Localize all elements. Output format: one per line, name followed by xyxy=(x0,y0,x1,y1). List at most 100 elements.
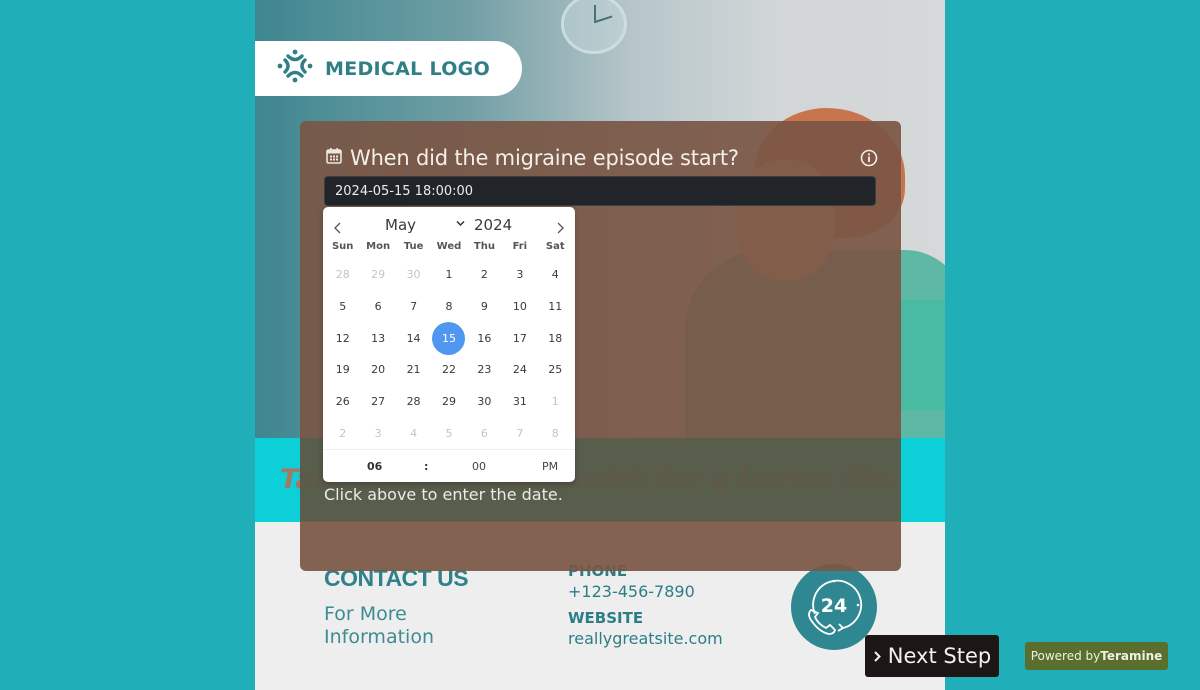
day-grid: 28 29 30 1 2 3 4 5 6 7 8 9 10 11 12 13 14 15 16 17 18 19 20 21 2… xyxy=(325,259,573,449)
contact-subtitle: For More Information xyxy=(324,603,434,648)
day-cell[interactable]: 9 xyxy=(467,291,502,323)
day-number: 14 xyxy=(406,331,421,345)
day-cell[interactable]: 7 xyxy=(502,417,537,449)
day-cell[interactable]: 28 xyxy=(396,386,431,418)
info-icon[interactable] xyxy=(860,149,878,167)
day-number: 29 xyxy=(371,268,386,282)
day-cell[interactable]: 10 xyxy=(502,291,537,323)
day-cell[interactable]: 30 xyxy=(396,259,431,291)
day-cell[interactable]: 18 xyxy=(538,322,573,354)
phone-24-icon: 24 xyxy=(799,570,869,645)
day-cell[interactable]: 14 xyxy=(396,322,431,354)
day-cell[interactable]: 2 xyxy=(467,259,502,291)
day-cell[interactable]: 1 xyxy=(538,386,573,418)
day-cell[interactable]: 6 xyxy=(360,291,395,323)
day-cell[interactable]: 8 xyxy=(431,291,466,323)
day-number: 5 xyxy=(339,300,347,314)
wall-clock-illustration xyxy=(561,0,627,54)
chevron-right-icon xyxy=(873,644,882,668)
next-step-label: Next Step xyxy=(887,644,992,668)
datetime-input[interactable] xyxy=(324,176,876,206)
weekday-label: Sat xyxy=(545,241,565,252)
day-cell[interactable]: 5 xyxy=(325,291,360,323)
chevron-down-icon[interactable] xyxy=(456,219,465,230)
calendar-icon xyxy=(325,147,343,170)
day-number: 26 xyxy=(335,395,350,409)
next-step-button[interactable]: Next Step xyxy=(865,635,999,677)
website-label: WEBSITE xyxy=(568,609,644,627)
day-number: 11 xyxy=(548,300,563,314)
question-title: When did the migraine episode start? xyxy=(350,146,739,170)
day-number: 28 xyxy=(406,395,421,409)
day-number: 29 xyxy=(441,395,456,409)
badge-24-text: 24 xyxy=(821,595,847,617)
day-cell[interactable]: 24 xyxy=(502,354,537,386)
day-number: 7 xyxy=(516,426,524,440)
day-cell[interactable]: 23 xyxy=(467,354,502,386)
day-number: 7 xyxy=(410,300,418,314)
day-cell-selected[interactable]: 15 xyxy=(431,321,466,355)
day-cell[interactable]: 8 xyxy=(538,417,573,449)
day-number: 5 xyxy=(445,426,453,440)
day-number: 6 xyxy=(480,426,488,440)
day-cell[interactable]: 21 xyxy=(396,354,431,386)
day-number: 30 xyxy=(477,395,492,409)
day-number: 20 xyxy=(371,363,386,377)
day-number: 8 xyxy=(551,426,559,440)
day-cell[interactable]: 25 xyxy=(538,354,573,386)
hour-input[interactable]: 06 xyxy=(367,460,382,473)
day-cell[interactable]: 28 xyxy=(325,259,360,291)
day-cell[interactable]: 5 xyxy=(431,417,466,449)
day-cell[interactable]: 3 xyxy=(360,417,395,449)
chevron-left-icon[interactable] xyxy=(329,219,347,237)
powered-by-prefix: Powered by xyxy=(1030,649,1101,663)
day-cell[interactable]: 4 xyxy=(396,417,431,449)
day-cell[interactable]: 1 xyxy=(431,259,466,291)
day-number: 2 xyxy=(480,268,488,282)
day-cell[interactable]: 19 xyxy=(325,354,360,386)
chevron-right-icon[interactable] xyxy=(551,219,569,237)
day-cell[interactable]: 7 xyxy=(396,291,431,323)
day-cell[interactable]: 13 xyxy=(360,322,395,354)
day-cell[interactable]: 31 xyxy=(502,386,537,418)
day-cell[interactable]: 11 xyxy=(538,291,573,323)
day-cell[interactable]: 29 xyxy=(360,259,395,291)
day-cell[interactable]: 22 xyxy=(431,354,466,386)
day-number: 13 xyxy=(371,331,386,345)
minute-input[interactable]: 00 xyxy=(472,460,486,473)
day-number: 21 xyxy=(406,363,421,377)
day-number: 1 xyxy=(551,395,559,409)
day-cell[interactable]: 3 xyxy=(502,259,537,291)
month-select[interactable]: May xyxy=(385,216,416,234)
day-cell[interactable]: 17 xyxy=(502,322,537,354)
day-cell[interactable]: 26 xyxy=(325,386,360,418)
powered-by-badge[interactable]: Powered by Teramine xyxy=(1025,642,1168,670)
day-cell[interactable]: 2 xyxy=(325,417,360,449)
year-input[interactable]: 2024 xyxy=(474,216,512,234)
ampm-toggle[interactable]: PM xyxy=(542,460,558,473)
input-hint: Click above to enter the date. xyxy=(324,485,563,504)
day-number: 10 xyxy=(512,300,527,314)
day-number: 8 xyxy=(445,300,453,314)
day-number: 23 xyxy=(477,363,492,377)
day-number: 22 xyxy=(441,363,456,377)
weekday-label: Sun xyxy=(331,241,354,252)
day-cell[interactable]: 29 xyxy=(431,386,466,418)
day-cell[interactable]: 20 xyxy=(360,354,395,386)
day-number: 18 xyxy=(548,331,563,345)
day-cell[interactable]: 6 xyxy=(467,417,502,449)
day-cell[interactable]: 4 xyxy=(538,259,573,291)
website-value: reallygreatsite.com xyxy=(568,629,723,648)
time-picker: 06 : 00 PM xyxy=(323,449,575,482)
day-cell[interactable]: 27 xyxy=(360,386,395,418)
day-number: 1 xyxy=(445,268,453,282)
day-number: 24 xyxy=(512,363,527,377)
day-cell[interactable]: 16 xyxy=(467,322,502,354)
day-number: 25 xyxy=(548,363,563,377)
day-cell[interactable]: 12 xyxy=(325,322,360,354)
logo-text: MEDICAL LOGO xyxy=(325,57,491,80)
day-number: 30 xyxy=(406,268,421,282)
day-cell[interactable]: 30 xyxy=(467,386,502,418)
powered-by-brand: Teramine xyxy=(1100,649,1163,663)
day-number: 31 xyxy=(512,395,527,409)
